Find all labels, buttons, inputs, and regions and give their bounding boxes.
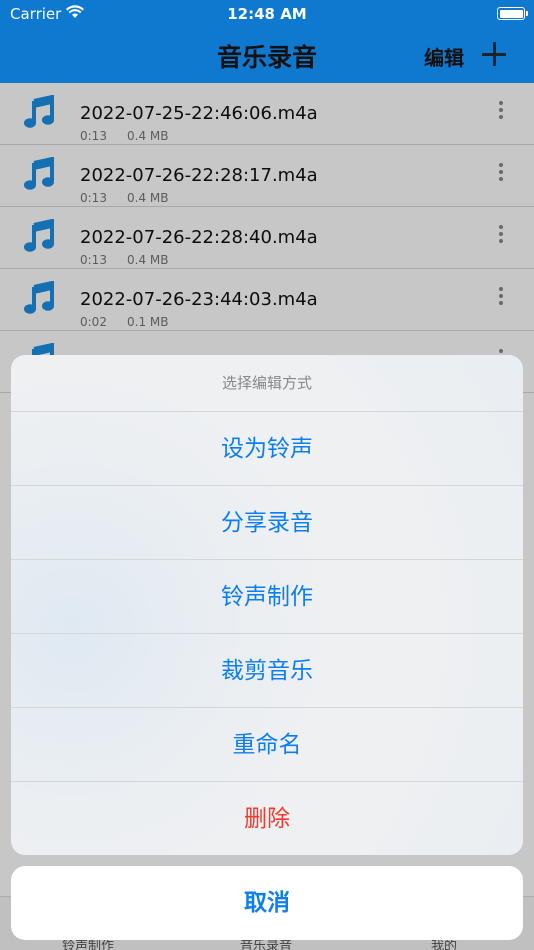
ringtone-maker-button[interactable]: 铃声制作	[11, 560, 523, 634]
action-sheet: 选择编辑方式 设为铃声 分享录音 铃声制作 裁剪音乐 重命名 删除	[11, 355, 523, 855]
status-bar: Carrier 12:48 AM	[0, 0, 534, 28]
share-recording-button[interactable]: 分享录音	[11, 486, 523, 560]
cancel-button[interactable]: 取消	[11, 866, 523, 940]
set-as-ringtone-button[interactable]: 设为铃声	[11, 412, 523, 486]
rename-button[interactable]: 重命名	[11, 708, 523, 782]
trim-music-button[interactable]: 裁剪音乐	[11, 634, 523, 708]
edit-button[interactable]: 编辑	[424, 42, 464, 71]
clock: 12:48 AM	[227, 5, 307, 23]
add-icon[interactable]	[482, 42, 506, 66]
delete-button[interactable]: 删除	[11, 782, 523, 855]
navigation-bar: 音乐录音 编辑	[0, 28, 534, 83]
action-sheet-title: 选择编辑方式	[11, 355, 523, 412]
battery-icon	[497, 7, 528, 20]
